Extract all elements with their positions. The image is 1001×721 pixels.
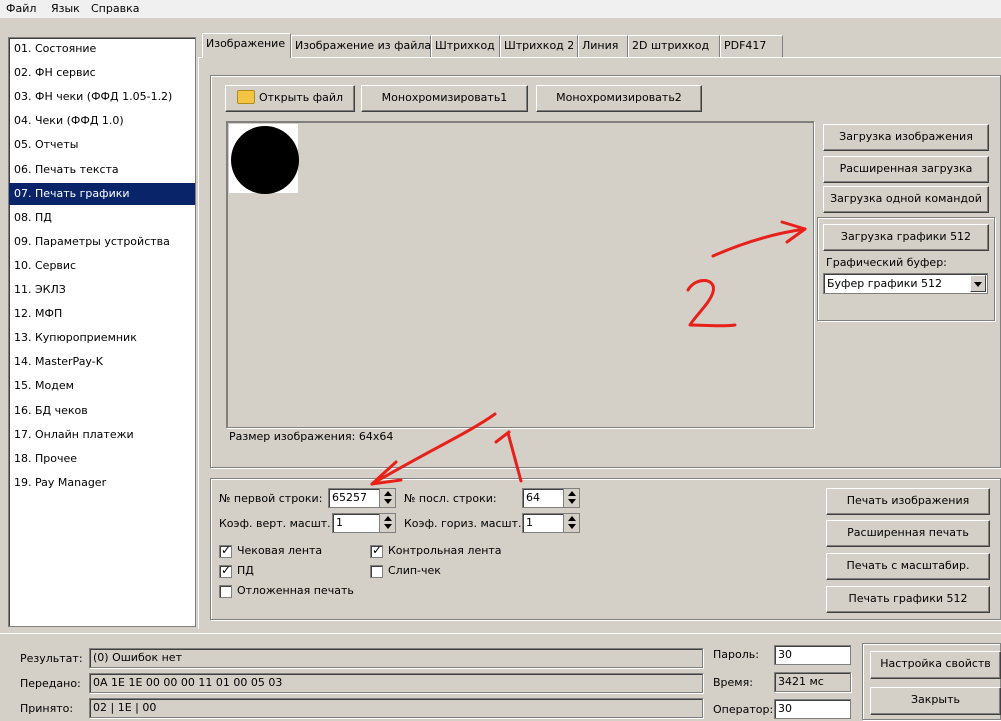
annotation-overlay (370, 220, 807, 486)
arrow-1-annotation (370, 412, 523, 486)
tab-image[interactable]: Изображение (202, 33, 291, 58)
arrow-2-annotation (686, 220, 807, 328)
